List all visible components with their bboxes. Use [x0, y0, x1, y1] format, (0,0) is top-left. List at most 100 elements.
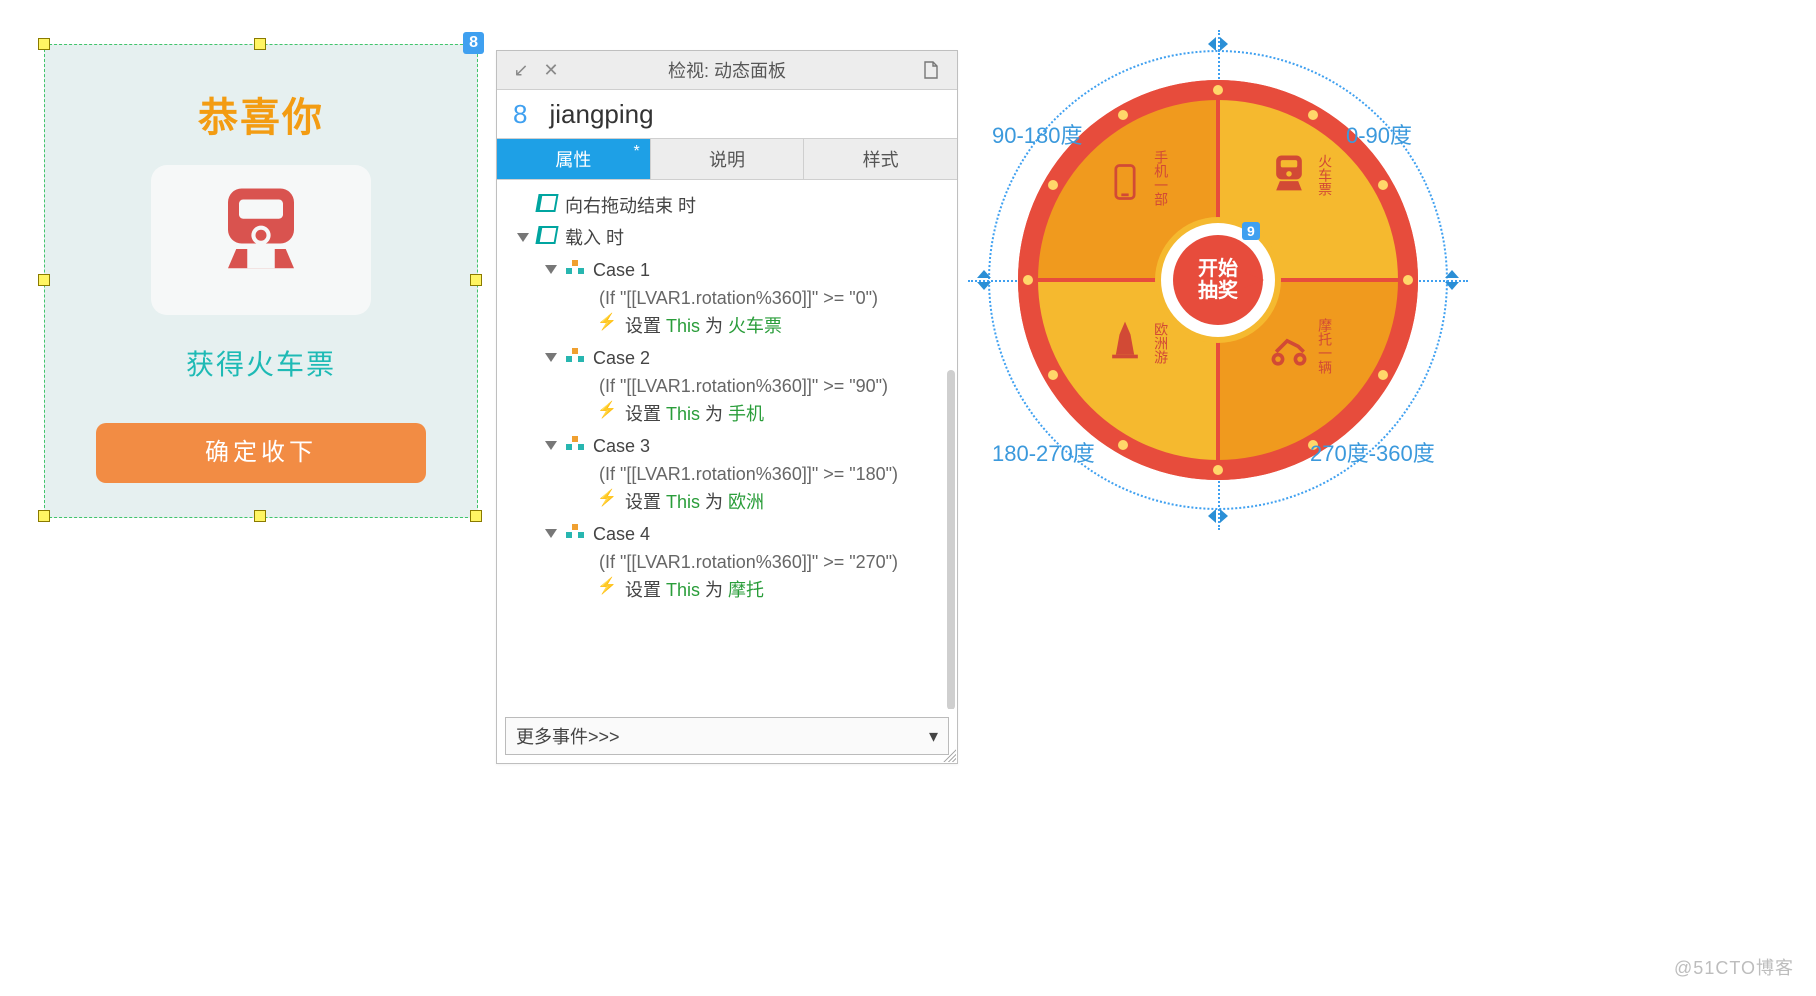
- tab-style[interactable]: 样式: [804, 139, 957, 179]
- tab-label: 说明: [709, 146, 745, 172]
- more-events-label: 更多事件>>>: [516, 723, 620, 749]
- wheel-sector-br: 摩托一辆: [1246, 318, 1356, 378]
- element-name: jiangping: [549, 99, 653, 130]
- marker-icon: [1206, 34, 1230, 54]
- inspector-titlebar[interactable]: ↙ ✕ 检视: 动态面板: [497, 51, 957, 90]
- tree-expand-icon[interactable]: [517, 233, 529, 242]
- action-text: 设置 This 为 手机: [625, 401, 764, 427]
- tree-expand-icon[interactable]: [545, 529, 557, 538]
- tab-description[interactable]: 说明: [651, 139, 805, 179]
- marker-icon: [1442, 268, 1462, 292]
- wheel-diagram: 火车票 手机一部 欧洲游 摩托一辆 开始 抽奖 9 0-90度 90-: [978, 40, 1458, 520]
- sector-caption: 手机一部: [1151, 150, 1171, 206]
- action-icon: ⚡: [597, 313, 617, 333]
- action-text: 设置 This 为 火车票: [625, 313, 782, 339]
- element-index-badge: 9: [1242, 222, 1260, 240]
- case-condition: (If "[[LVAR1.rotation%360]]" >= "270"): [501, 550, 929, 574]
- element-index-badge: 8: [463, 32, 484, 54]
- angle-label-tl: 90-180度: [992, 118, 1083, 150]
- event-row[interactable]: 载入 时: [501, 222, 953, 254]
- wheel-stud: [1023, 275, 1033, 285]
- event-row[interactable]: 向右拖动结束 时: [501, 190, 953, 222]
- resize-handle[interactable]: [254, 510, 266, 522]
- close-icon[interactable]: ✕: [541, 60, 561, 80]
- case-title: Case 3: [593, 433, 650, 459]
- resize-handle[interactable]: [470, 510, 482, 522]
- sector-caption: 摩托一辆: [1315, 318, 1335, 374]
- element-index: 8: [513, 99, 527, 130]
- case-title: Case 2: [593, 345, 650, 371]
- prize-title: 恭喜你: [45, 85, 477, 143]
- tree-expand-icon[interactable]: [545, 353, 557, 362]
- angle-label-bl: 180-270度: [992, 436, 1095, 468]
- prize-selection-box: 恭喜你 获得火车票 确定收下 8: [40, 40, 480, 520]
- resize-handle[interactable]: [254, 38, 266, 50]
- case-condition: (If "[[LVAR1.rotation%360]]" >= "180"): [501, 462, 929, 486]
- motorcycle-icon: [1267, 361, 1315, 378]
- action-row[interactable]: ⚡ 设置 This 为 火车票: [501, 310, 953, 342]
- more-events-dropdown[interactable]: 更多事件>>> ▾: [505, 717, 949, 755]
- angle-label-br: 270度-360度: [1310, 436, 1435, 468]
- event-label: 向右拖动结束 时: [565, 193, 696, 219]
- case-row[interactable]: Case 1: [501, 254, 953, 286]
- tree-expand-icon[interactable]: [545, 265, 557, 274]
- action-text: 设置 This 为 摩托: [625, 577, 764, 603]
- action-icon: ⚡: [597, 401, 617, 421]
- tower-icon: [1103, 351, 1151, 368]
- event-icon: [537, 225, 557, 245]
- tab-label: 属性: [555, 146, 591, 172]
- marker-icon: [974, 268, 994, 292]
- wheel-stud: [1378, 180, 1388, 190]
- case-icon: [565, 345, 585, 365]
- prize-card[interactable]: 恭喜你 获得火车票 确定收下: [44, 44, 478, 518]
- case-icon: [565, 433, 585, 453]
- dirty-indicator-icon: *: [633, 143, 639, 161]
- case-title: Case 1: [593, 257, 650, 283]
- wheel-sector-tl: 手机一部: [1082, 150, 1192, 210]
- train-icon: [216, 183, 306, 298]
- wheel-stud: [1378, 370, 1388, 380]
- action-row[interactable]: ⚡设置 This 为 欧洲: [501, 486, 953, 518]
- case-row[interactable]: Case 2: [501, 342, 953, 374]
- resize-handle[interactable]: [470, 274, 482, 286]
- resize-handle[interactable]: [38, 510, 50, 522]
- tab-properties[interactable]: 属性 *: [497, 139, 651, 179]
- confirm-button[interactable]: 确定收下: [96, 423, 426, 483]
- angle-label-tr: 0-90度: [1346, 118, 1412, 150]
- action-icon: ⚡: [597, 577, 617, 597]
- tree-expand-icon[interactable]: [545, 441, 557, 450]
- chevron-down-icon: ▾: [929, 726, 938, 747]
- action-row[interactable]: ⚡ 设置 This 为 手机: [501, 398, 953, 430]
- case-title: Case 4: [593, 521, 650, 547]
- scrollbar-thumb[interactable]: [947, 370, 955, 709]
- inspector-tabs: 属性 * 说明 样式: [497, 138, 957, 180]
- wheel-stud: [1048, 180, 1058, 190]
- inspector-element-name: 8 jiangping: [497, 90, 957, 138]
- case-icon: [565, 521, 585, 541]
- resize-handle[interactable]: [38, 38, 50, 50]
- sector-caption: 火车票: [1315, 154, 1335, 196]
- case-row[interactable]: Case 3: [501, 430, 953, 462]
- prize-image-box: [151, 165, 371, 315]
- case-row[interactable]: Case 4: [501, 518, 953, 550]
- case-icon: [565, 257, 585, 277]
- train-icon: [1267, 183, 1315, 200]
- wheel-stud: [1048, 370, 1058, 380]
- event-label: 载入 时: [565, 225, 624, 251]
- wheel-pointer-icon: [1244, 272, 1264, 288]
- tab-label: 样式: [863, 146, 899, 172]
- center-label: 抽奖: [1198, 280, 1238, 302]
- document-icon[interactable]: [921, 60, 941, 80]
- inspector-title: 检视: 动态面板: [497, 57, 957, 83]
- interactions-tree[interactable]: 向右拖动结束 时 载入 时 Case 1 (If "[[LVAR1.rotatio…: [497, 180, 957, 709]
- wheel-stud: [1403, 275, 1413, 285]
- wheel-sector-tr: 火车票: [1246, 150, 1356, 200]
- resize-handle[interactable]: [38, 274, 50, 286]
- collapse-icon[interactable]: ↙: [511, 60, 531, 80]
- case-condition: (If "[[LVAR1.rotation%360]]" >= "0"): [501, 286, 929, 310]
- wheel-stud: [1118, 440, 1128, 450]
- case-condition: (If "[[LVAR1.rotation%360]]" >= "90"): [501, 374, 929, 398]
- panel-resize-handle[interactable]: [942, 748, 956, 762]
- action-row[interactable]: ⚡ 设置 This 为 摩托: [501, 574, 953, 606]
- prize-result-label: 获得火车票: [45, 343, 477, 383]
